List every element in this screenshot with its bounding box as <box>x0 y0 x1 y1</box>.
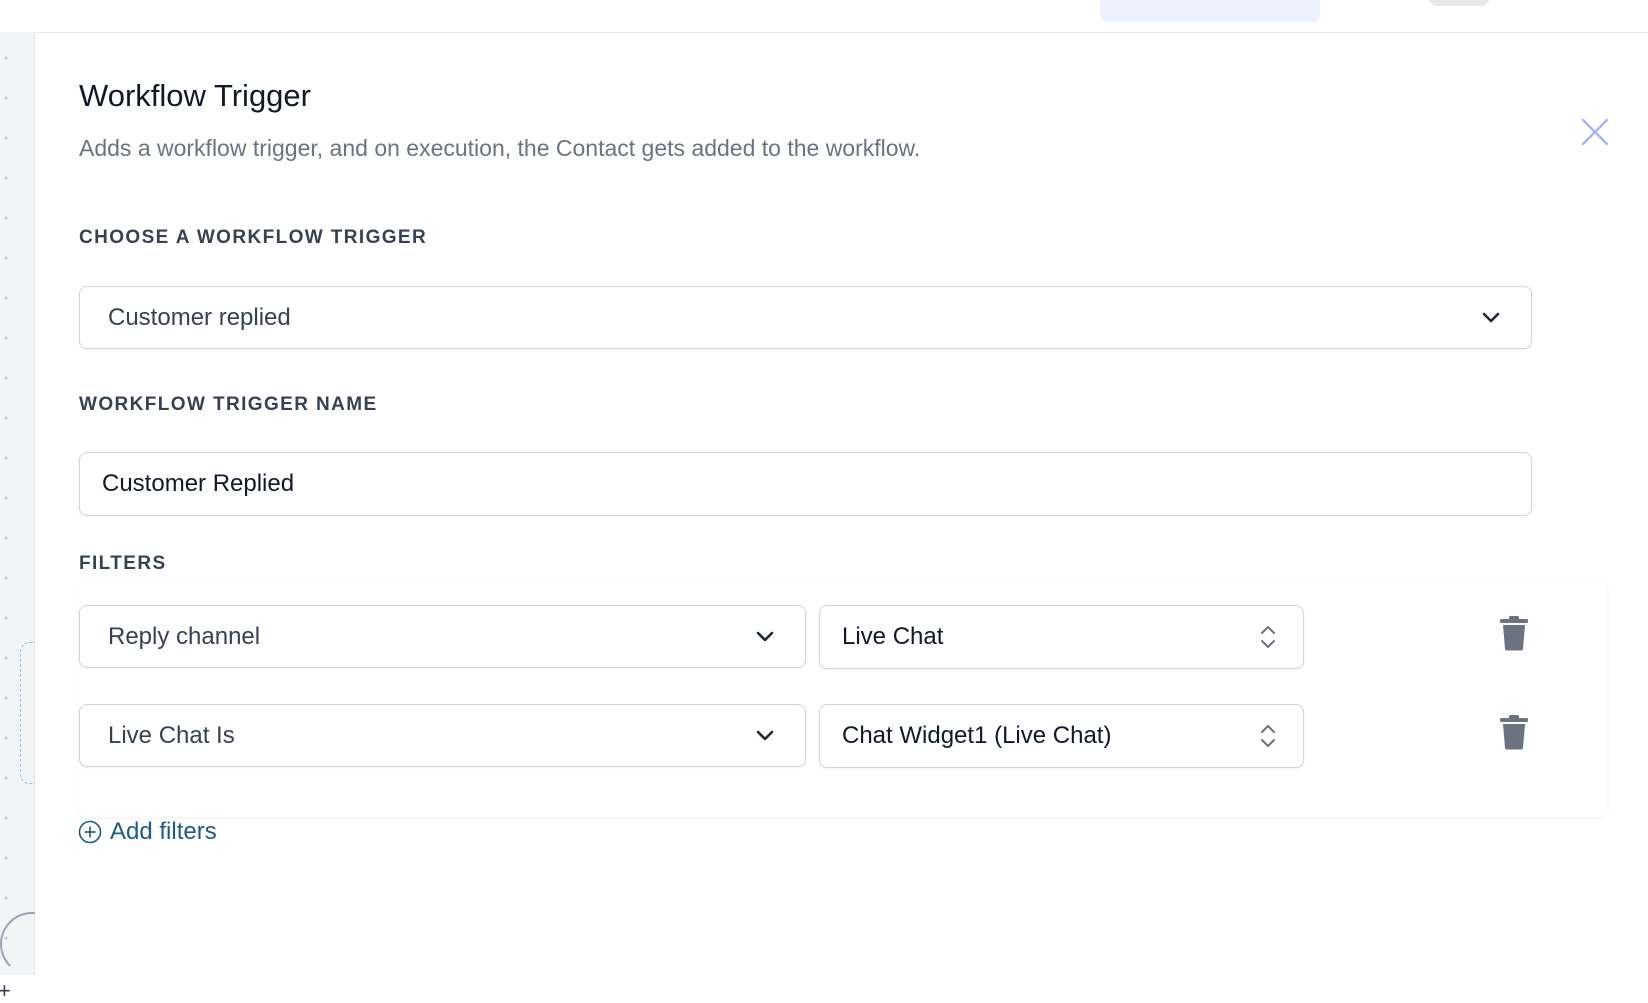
workflow-trigger-select[interactable]: Customer replied <box>79 286 1532 349</box>
workflow-trigger-panel: Workflow Trigger Adds a workflow trigger… <box>35 33 1648 975</box>
trigger-name-input-value: Customer Replied <box>102 470 295 497</box>
up-down-chevron-icon <box>1261 626 1275 648</box>
chevron-down-icon <box>1482 312 1500 322</box>
trigger-select-label: CHOOSE A WORKFLOW TRIGGER <box>79 227 428 248</box>
filter-value-text: Chat Widget1 (Live Chat) <box>842 722 1112 749</box>
filter-value-select[interactable]: Chat Widget1 (Live Chat) <box>819 704 1304 768</box>
chevron-down-icon <box>756 730 774 740</box>
plus-circle-icon <box>78 820 102 844</box>
workflow-trigger-select-value: Customer replied <box>108 303 291 331</box>
trigger-name-input[interactable]: Customer Replied <box>79 452 1532 516</box>
filter-value-text: Live Chat <box>842 623 944 650</box>
chevron-down-icon <box>756 631 774 641</box>
filter-value-select[interactable]: Live Chat <box>819 605 1304 669</box>
trash-icon <box>1500 616 1528 651</box>
up-down-chevron-icon <box>1261 725 1275 747</box>
panel-description: Adds a workflow trigger, and on executio… <box>79 135 921 161</box>
filters-label: FILTERS <box>79 553 167 574</box>
filter-field-value: Live Chat Is <box>108 721 235 749</box>
filter-field-select[interactable]: Reply channel <box>79 605 806 668</box>
workflow-canvas[interactable]: + <box>0 32 64 1002</box>
top-bar-toggle[interactable] <box>1428 0 1490 6</box>
top-bar <box>0 0 1648 33</box>
add-node-icon[interactable]: + <box>0 980 11 1002</box>
filter-field-value: Reply channel <box>108 622 261 650</box>
trash-icon <box>1500 715 1528 750</box>
trigger-name-label: WORKFLOW TRIGGER NAME <box>79 394 378 415</box>
add-filters-button[interactable]: Add filters <box>78 818 217 846</box>
close-icon <box>1581 118 1609 146</box>
add-filters-label: Add filters <box>110 818 217 845</box>
delete-filter-button[interactable] <box>1499 615 1529 651</box>
top-bar-tab[interactable] <box>1100 0 1320 22</box>
close-button[interactable] <box>1580 117 1610 147</box>
filter-field-select[interactable]: Live Chat Is <box>79 704 806 767</box>
delete-filter-button[interactable] <box>1499 714 1529 750</box>
panel-title: Workflow Trigger <box>79 78 311 113</box>
